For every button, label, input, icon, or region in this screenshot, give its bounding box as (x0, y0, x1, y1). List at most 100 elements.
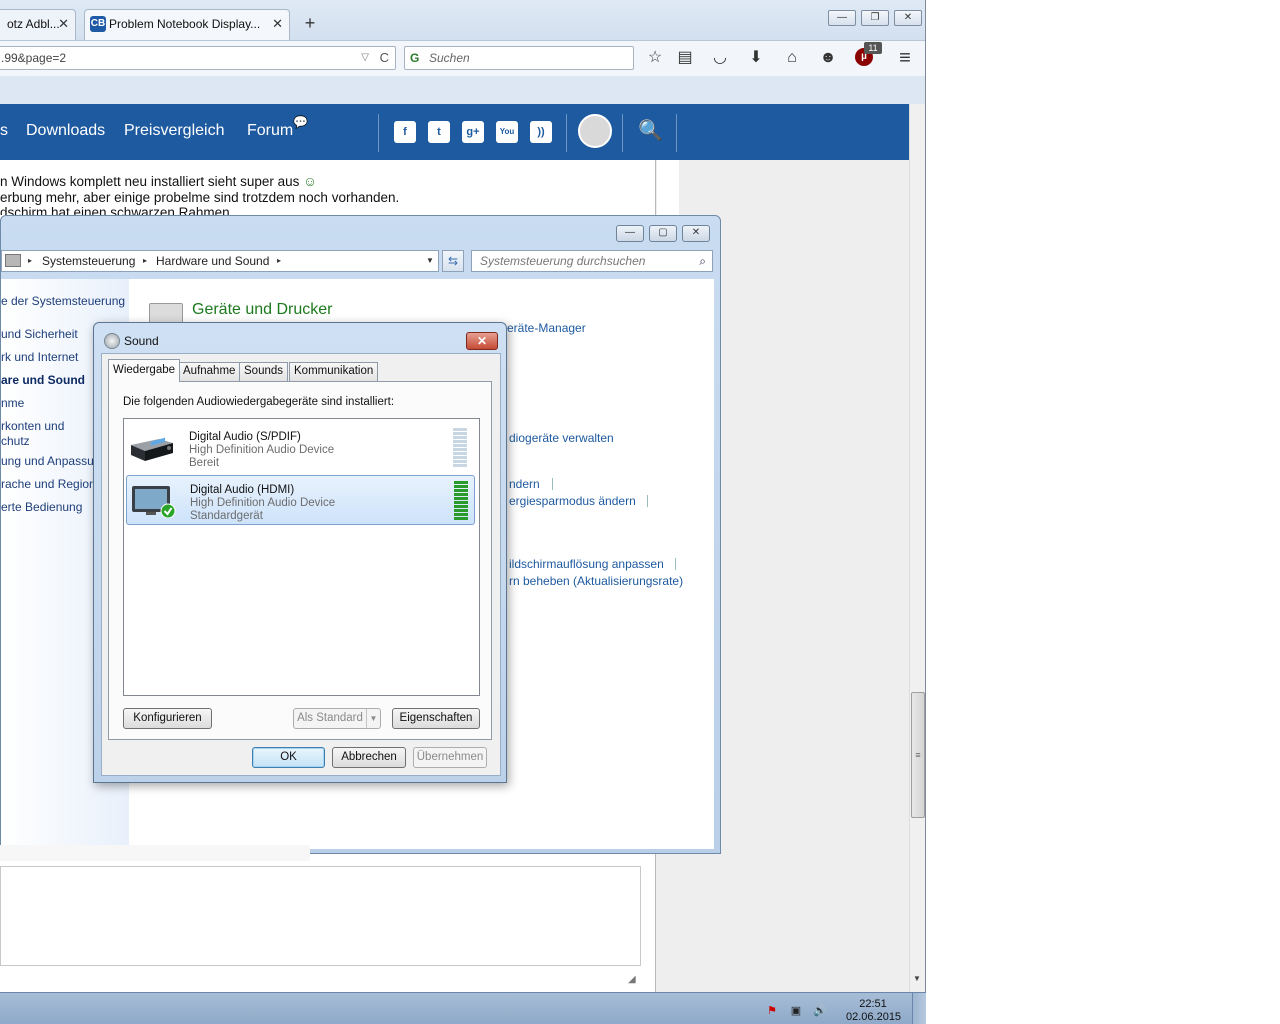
link-change-settings[interactable]: ndern (509, 477, 540, 491)
tab-sounds[interactable]: Sounds (239, 362, 289, 381)
clock[interactable]: 22:51 02.06.2015 (846, 998, 902, 1024)
reading-list-icon[interactable]: ▤ (673, 47, 697, 69)
nav-link-forum[interactable]: Forum (247, 122, 293, 140)
link-refresh-rate[interactable]: rn beheben (Aktualisierungsrate) (509, 574, 683, 588)
device-item-hdmi[interactable]: ✔ Digital Audio (HDMI) High Definition A… (126, 475, 475, 525)
properties-button[interactable]: Eigenschaften (392, 708, 480, 729)
link-device-manager[interactable]: eräte-Manager (507, 321, 586, 335)
twitter-icon[interactable]: t (428, 121, 450, 143)
sidebar-item-user-accounts-cont[interactable]: chutz (1, 434, 30, 448)
meter-segment (454, 517, 468, 520)
scroll-down-icon[interactable]: ▼ (913, 974, 921, 983)
minimize-button[interactable]: — (828, 10, 856, 26)
site-search-icon[interactable]: 🔍 (638, 118, 664, 144)
tab-aufnahme[interactable]: Aufnahme (178, 362, 241, 381)
search-icon[interactable]: ⌕ (699, 251, 706, 271)
pocket-icon[interactable]: ◡ (708, 47, 732, 69)
ublock-count-badge: 11 (864, 42, 882, 54)
sidebar-item-region[interactable]: rache und Region (1, 477, 96, 491)
tab-close-icon[interactable]: ✕ (58, 10, 69, 38)
sidebar-item-accessibility[interactable]: erte Bedienung (1, 500, 82, 514)
resize-grip-icon[interactable]: ◢ (628, 974, 636, 985)
section-title-devices-printers[interactable]: Geräte und Drucker (192, 301, 333, 319)
chevron-down-icon[interactable]: ▼ (366, 709, 380, 728)
desktop-empty-area (926, 992, 1280, 1024)
facebook-icon[interactable]: f (394, 121, 416, 143)
nav-link-partial[interactable]: s (0, 122, 8, 140)
tab-kommunikation[interactable]: Kommunikation (289, 362, 379, 381)
link-screen-resolution[interactable]: ildschirmauflösung anpassen (509, 557, 664, 571)
action-center-flag-icon[interactable]: ⚑ (764, 1004, 780, 1018)
network-icon[interactable]: ▣ (788, 1004, 804, 1018)
rss-icon[interactable]: )) (530, 121, 552, 143)
home-icon[interactable]: ⌂ (780, 47, 804, 69)
tab-adblock[interactable]: otz Adbl... ✕ (0, 9, 76, 40)
meter-segment (453, 440, 467, 443)
menu-icon[interactable]: ≡ (893, 47, 917, 69)
bookmarks-toolbar (0, 76, 925, 104)
cancel-button[interactable]: Abbrechen (332, 747, 406, 768)
sidebar-item-home[interactable]: e der Systemsteuerung (1, 294, 125, 308)
nav-link-downloads[interactable]: Downloads (26, 122, 105, 140)
control-panel-search-input[interactable]: Systemsteuerung durchsuchen ⌕ (471, 250, 713, 272)
close-window-button[interactable]: ✕ (894, 10, 922, 26)
address-bar[interactable]: ▸ Systemsteuerung ▸ Hardware und Sound ▸… (1, 250, 439, 272)
address-dropdown-icon[interactable]: ▼ (426, 251, 434, 271)
meter-segment (454, 509, 468, 512)
smiley-icon: ☺ (303, 174, 317, 189)
configure-button[interactable]: Konfigurieren (123, 708, 212, 729)
clock-date: 02.06.2015 (846, 1011, 902, 1023)
google-plus-icon[interactable]: g+ (462, 121, 484, 143)
download-icon[interactable]: ⬇ (744, 47, 768, 69)
search-engine-icon[interactable]: G (410, 47, 419, 69)
page-scrollbar[interactable]: ≡ ▼ (909, 104, 925, 992)
close-dialog-button[interactable]: ✕ (466, 332, 498, 350)
url-history-dropdown-icon[interactable]: ▽ (361, 47, 369, 69)
playback-device-list[interactable]: Digital Audio (S/PDIF) High Definition A… (123, 418, 480, 696)
sidebar-item-user-accounts[interactable]: rkonten und (1, 419, 64, 433)
chat-icon[interactable]: ☻ (816, 47, 840, 69)
breadcrumb-systemsteuerung[interactable]: Systemsteuerung (42, 251, 135, 271)
breadcrumb-separator-icon[interactable]: ▸ (277, 251, 281, 271)
sidebar-item-network[interactable]: rk und Internet (1, 350, 78, 364)
ok-button[interactable]: OK (252, 747, 325, 768)
user-avatar-icon[interactable] (578, 114, 612, 148)
device-item-spdif[interactable]: Digital Audio (S/PDIF) High Definition A… (126, 423, 475, 473)
link-power-mode[interactable]: ergiesparmodus ändern (509, 494, 636, 508)
star-icon[interactable]: ☆ (643, 47, 667, 69)
maximize-button[interactable]: ▢ (649, 225, 677, 242)
url-bar[interactable]: .99&page=2 ▽ C (0, 46, 396, 70)
breadcrumb-hardware-und-sound[interactable]: Hardware und Sound (156, 251, 269, 271)
sidebar-item-appearance[interactable]: ung und Anpassung (1, 454, 107, 468)
set-default-button[interactable]: Als Standard ▼ (293, 708, 381, 729)
youtube-icon[interactable]: You (496, 121, 518, 143)
close-window-button[interactable]: ✕ (682, 225, 710, 242)
scrollbar-thumb[interactable]: ≡ (911, 692, 925, 818)
volume-icon[interactable]: 🔊 (812, 1004, 828, 1018)
link-manage-audio-devices[interactable]: diogeräte verwalten (509, 431, 614, 445)
tab-wiedergabe[interactable]: Wiedergabe (108, 359, 181, 382)
tab-close-icon[interactable]: ✕ (272, 10, 283, 38)
restore-button[interactable]: ❐ (861, 10, 889, 26)
nav-separator (676, 114, 677, 152)
tab-label: otz Adbl... (7, 17, 60, 31)
reload-icon[interactable]: C (380, 47, 389, 69)
search-input[interactable]: G Suchen (404, 46, 634, 70)
tab-problem-notebook-display[interactable]: CB Problem Notebook Display... ✕ (84, 9, 290, 40)
sidebar-item-security[interactable]: und Sicherheit (1, 327, 78, 341)
minimize-button[interactable]: — (616, 225, 644, 242)
search-placeholder: Systemsteuerung durchsuchen (480, 254, 646, 268)
show-desktop-button[interactable] (912, 993, 926, 1024)
sidebar-item-programs[interactable]: nme (1, 396, 24, 410)
meter-segment (453, 428, 467, 431)
new-tab-button[interactable]: + (296, 11, 324, 37)
refresh-icon[interactable]: ⇆ (442, 250, 464, 272)
meter-segment (453, 452, 467, 455)
apply-button[interactable]: Übernehmen (413, 747, 487, 768)
dialog-client-area: Wiedergabe Aufnahme Sounds Kommunikation… (101, 353, 501, 776)
nav-link-preisvergleich[interactable]: Preisvergleich (124, 122, 224, 140)
breadcrumb-separator-icon[interactable]: ▸ (143, 251, 147, 271)
sidebar-item-hardware-sound[interactable]: are und Sound (1, 373, 85, 387)
breadcrumb-separator-icon[interactable]: ▸ (28, 251, 32, 271)
reply-editor[interactable] (0, 866, 641, 966)
